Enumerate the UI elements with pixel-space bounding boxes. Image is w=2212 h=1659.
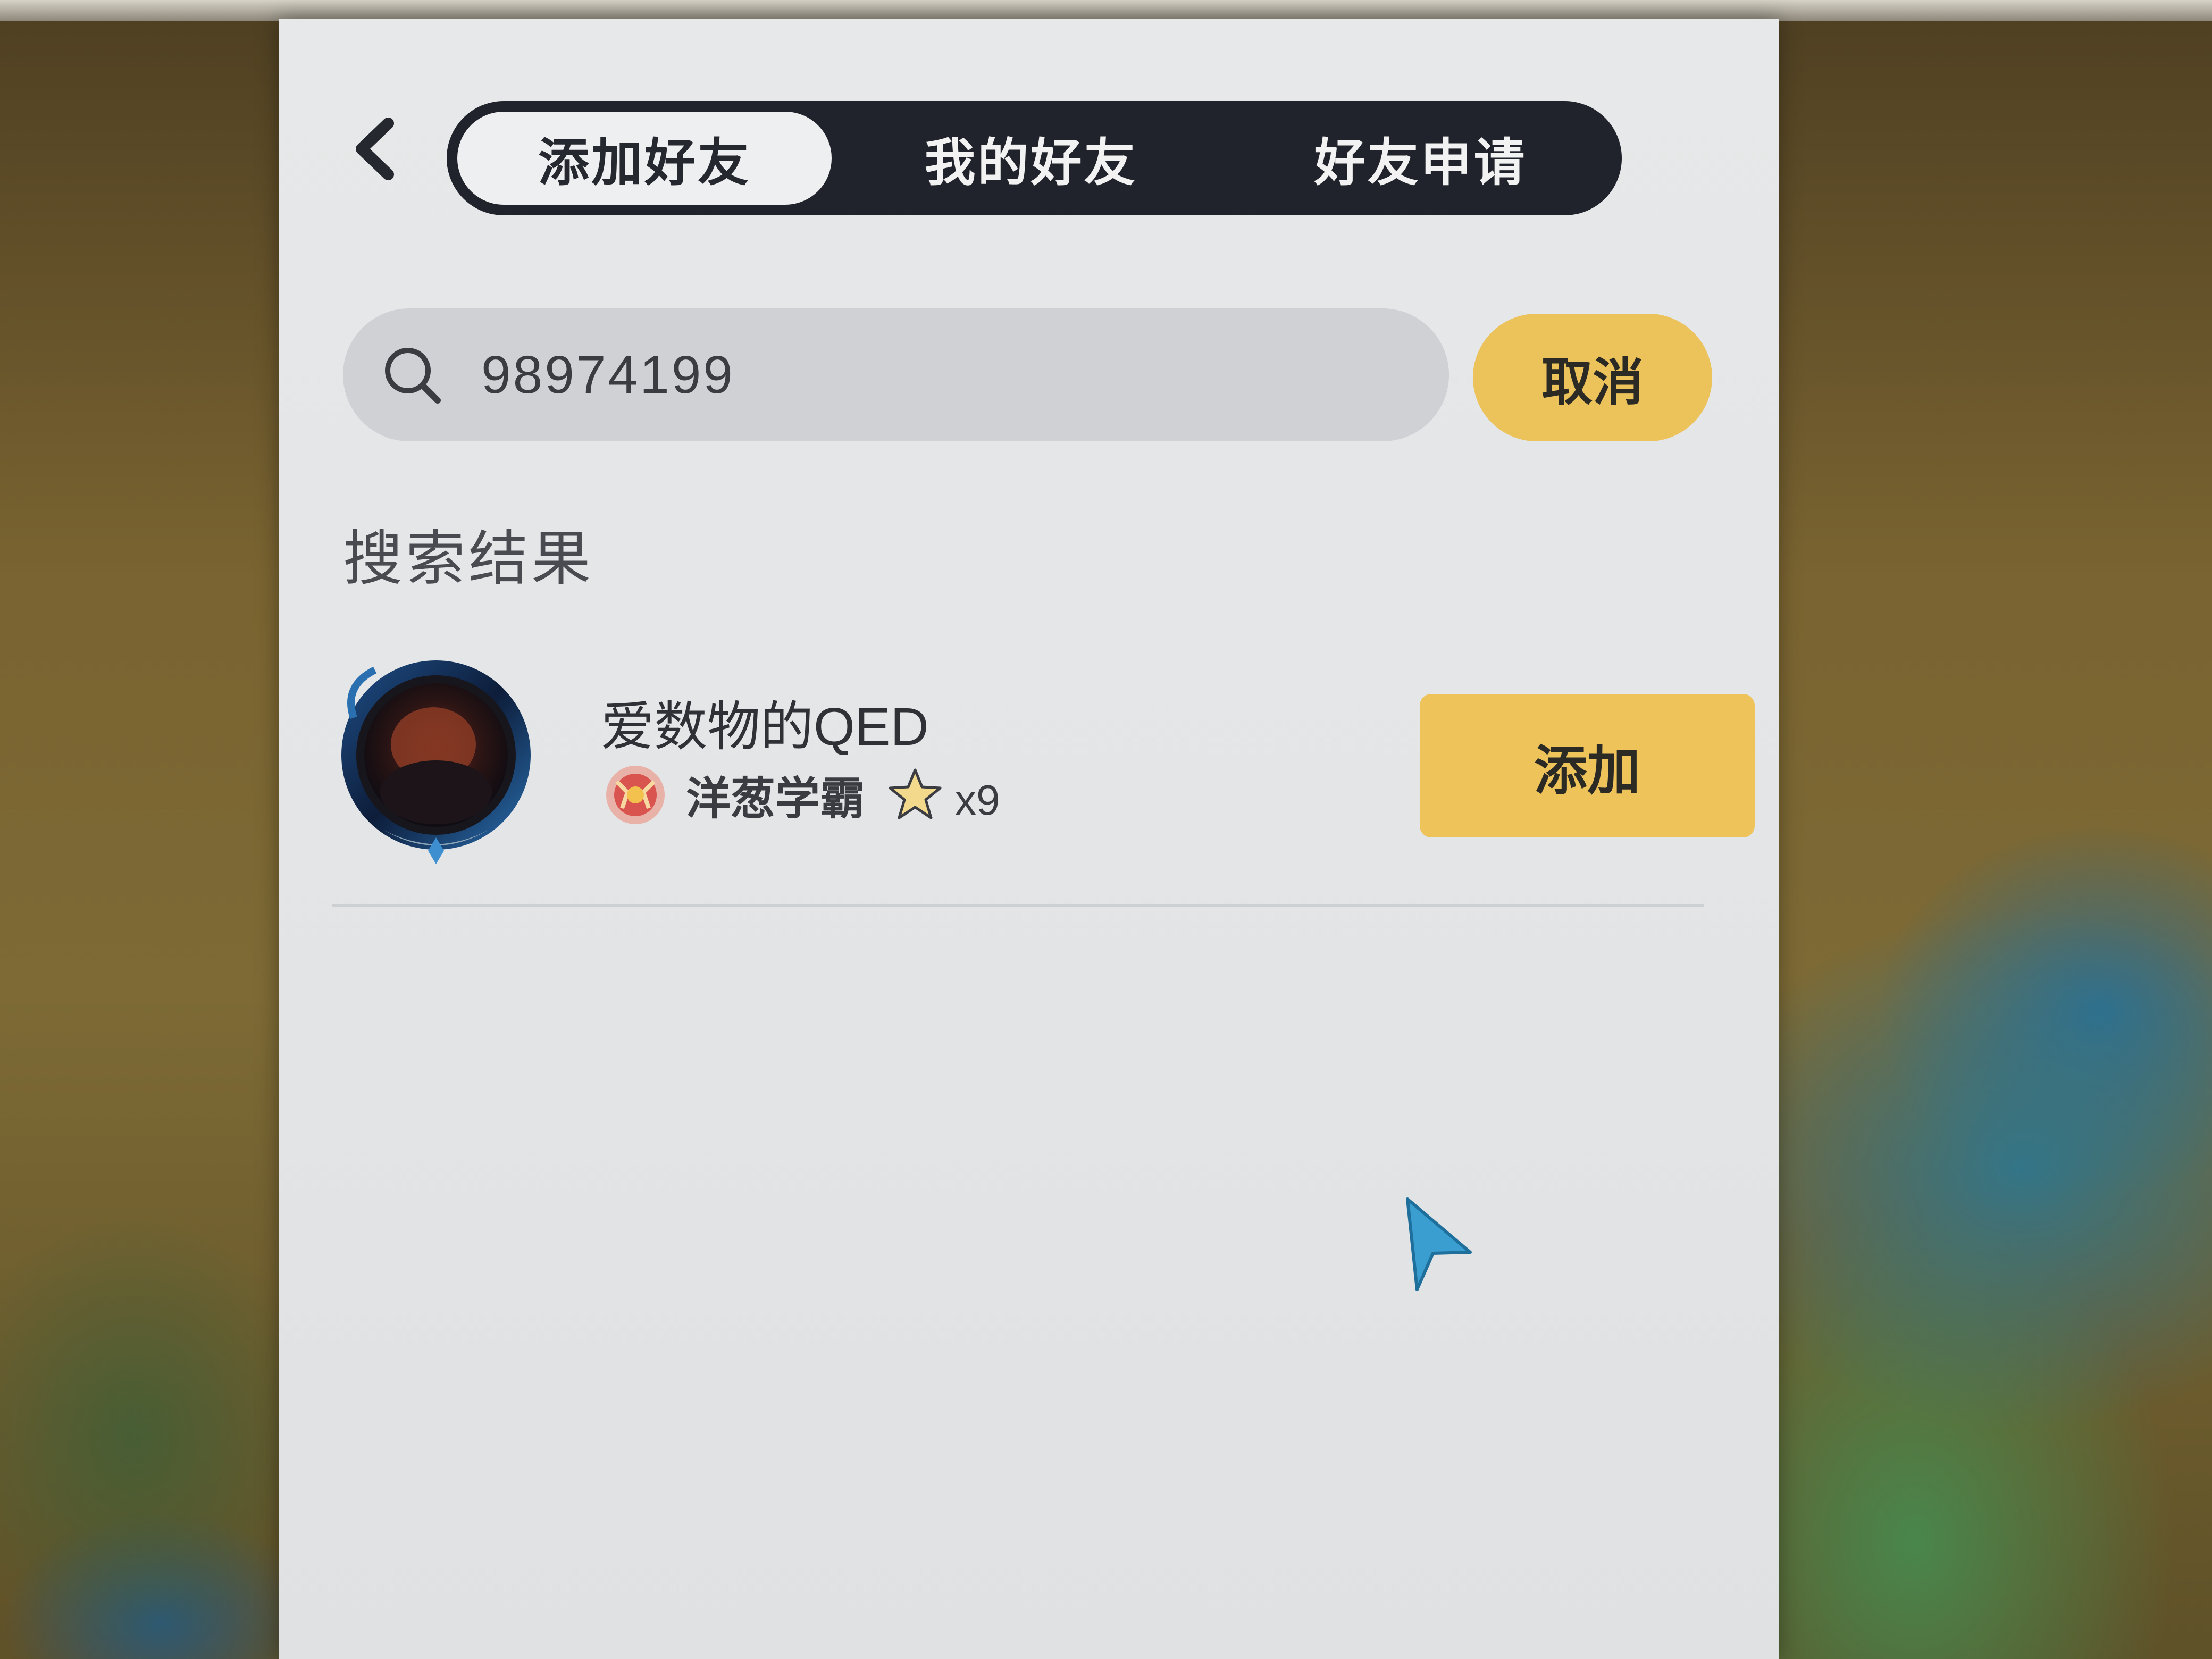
cancel-button[interactable]: 取消 [1473,314,1712,441]
search-icon [385,348,441,404]
star-icon [889,768,942,819]
screen-bezel [0,0,2212,21]
user-name: 爱数物的QED [601,697,929,757]
avatar[interactable] [332,654,545,867]
add-friend-button[interactable]: 添加 [1420,694,1755,837]
star-count: x9 [955,776,1000,824]
search-input[interactable]: 98974199 [343,308,1449,441]
friends-panel: 添加好友 我的好友 好友申请 98974199 取消 搜索结果 爱数物的QED … [279,19,1779,1659]
back-button[interactable] [338,112,412,186]
tab-friend-requests[interactable]: 好友申请 [1226,107,1615,209]
search-query-text: 98974199 [481,345,735,405]
user-meta: 洋葱学霸 x9 [601,760,1000,830]
divider [332,904,1704,907]
tab-my-friends[interactable]: 我的好友 [836,107,1226,209]
search-results-heading: 搜索结果 [343,524,594,593]
tab-bar: 添加好友 我的好友 好友申请 [447,101,1622,215]
rank-badge-icon [606,766,665,824]
list-item: 爱数物的QED 洋葱学霸 x9 添加 [332,641,1755,875]
rank-title: 洋葱学霸 [686,772,865,825]
mouse-cursor-icon [1406,1197,1472,1291]
chevron-left-icon [356,118,394,180]
tab-add-friend[interactable]: 添加好友 [453,107,836,209]
